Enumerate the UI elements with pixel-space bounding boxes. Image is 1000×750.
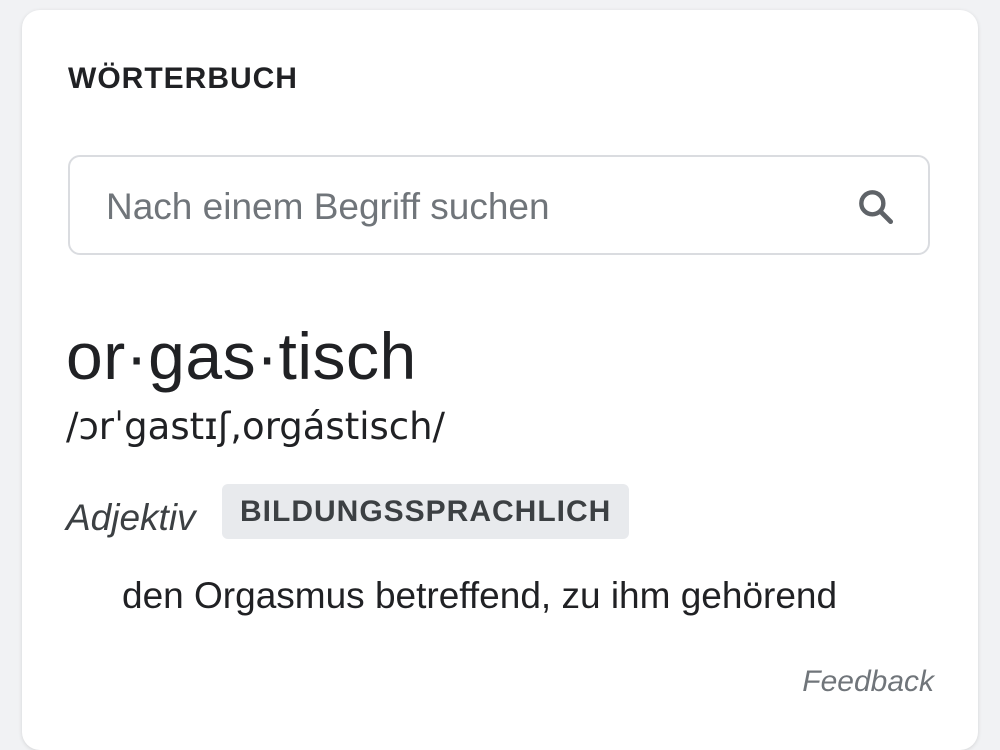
part-of-speech: Adjektiv <box>66 497 196 538</box>
pronunciation: /ɔrˈgastɪʃ,orgástisch/ <box>66 405 446 448</box>
dictionary-card: WÖRTERBUCH or·gas·tisch /ɔrˈgastɪʃ,orgás… <box>22 10 978 750</box>
headword: or·gas·tisch <box>66 319 417 393</box>
card-title: WÖRTERBUCH <box>68 62 298 95</box>
search-icon[interactable] <box>854 185 898 229</box>
register-badge: BILDUNGSSPRACHLICH <box>222 484 630 539</box>
search-box[interactable] <box>68 155 930 255</box>
search-input[interactable] <box>104 179 828 235</box>
feedback-link[interactable]: Feedback <box>802 665 934 699</box>
definition-text: den Orgasmus betreffend, zu ihm gehörend <box>122 575 838 616</box>
